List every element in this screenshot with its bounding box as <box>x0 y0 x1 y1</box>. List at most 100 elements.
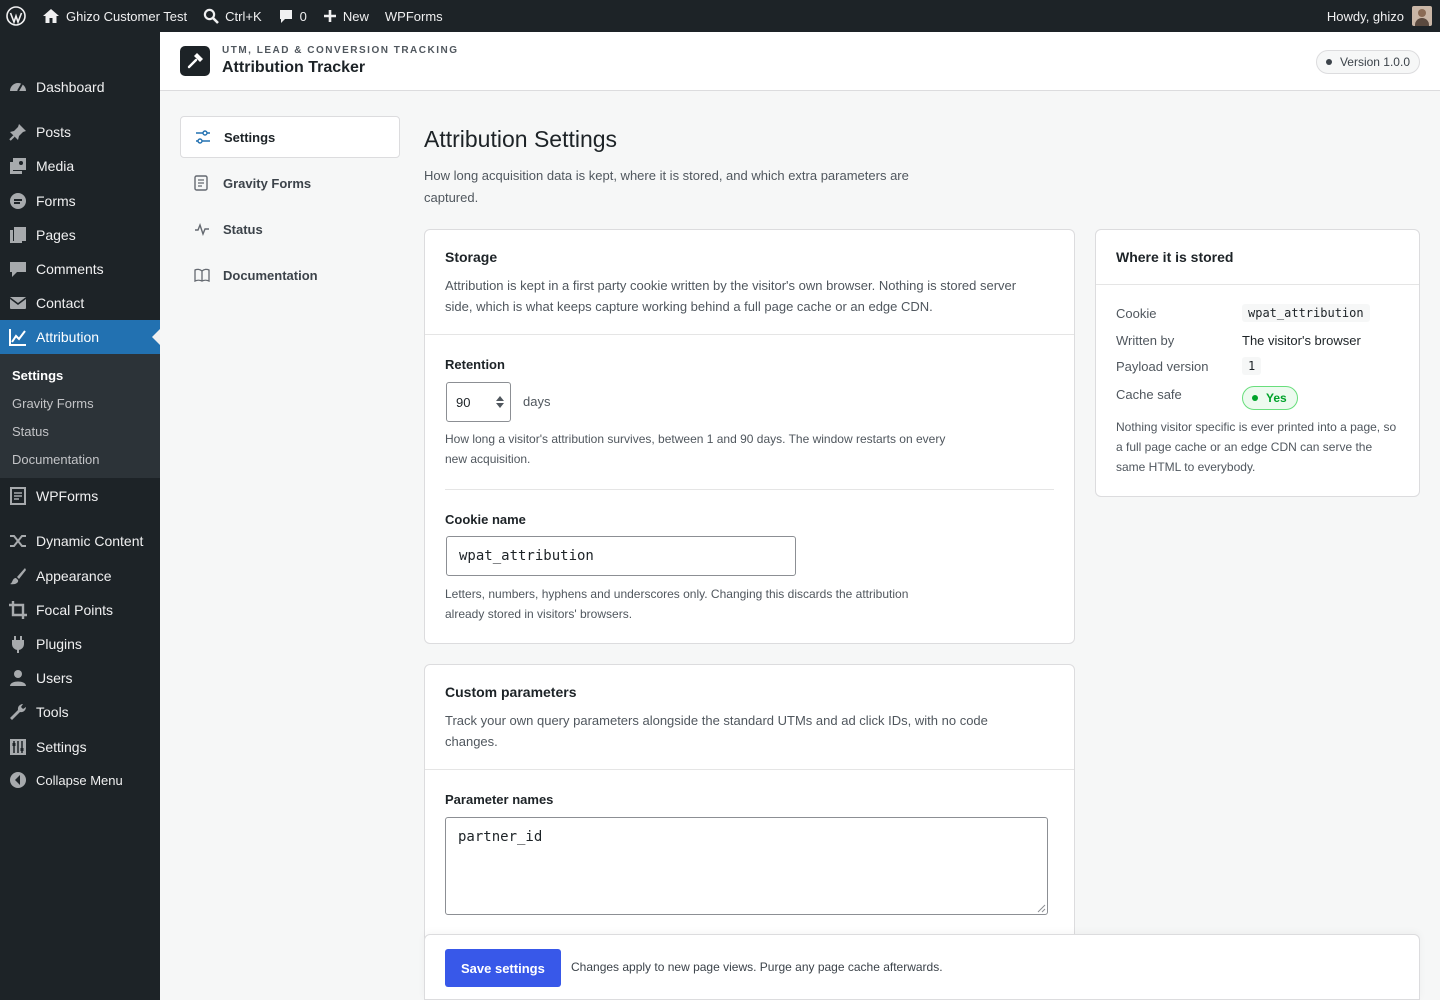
menu-label: Users <box>36 670 73 686</box>
menu-appearance[interactable]: Appearance <box>0 559 160 593</box>
subnav-label: Gravity Forms <box>223 175 312 191</box>
search-shortcut: Ctrl+K <box>225 8 262 24</box>
plugin-title: Attribution Tracker <box>222 59 366 76</box>
new-label: New <box>342 8 369 24</box>
menu-users[interactable]: Users <box>0 661 160 695</box>
mail-icon <box>0 293 36 313</box>
search-icon <box>203 8 220 24</box>
parameter-names-label: Parameter names <box>445 792 554 807</box>
pages-icon <box>0 225 36 245</box>
menu-label: Collapse Menu <box>36 772 123 788</box>
meta-label: Payload version <box>1116 359 1209 374</box>
menu-forms[interactable]: Forms <box>0 184 160 218</box>
menu-label: Dynamic Content <box>36 533 144 549</box>
comment-icon <box>0 259 36 279</box>
menu-label: Posts <box>36 124 72 140</box>
forms-icon <box>0 191 36 211</box>
menu-label: Comments <box>36 261 104 277</box>
custom-parameters-title: Custom parameters <box>445 684 577 700</box>
retention-input[interactable]: 90 <box>446 382 511 422</box>
storage-info-title: Where it is stored <box>1116 249 1234 265</box>
resize-handle-icon[interactable] <box>1037 904 1046 913</box>
menu-label: Tools <box>36 704 69 720</box>
subnav-documentation[interactable]: Documentation <box>180 254 400 296</box>
menu-label: Contact <box>36 295 85 311</box>
my-account[interactable]: Howdy, ghizo <box>1327 6 1440 26</box>
menu-label: Pages <box>36 227 76 243</box>
submenu-gravity-forms[interactable]: Gravity Forms <box>0 390 160 418</box>
menu-pages[interactable]: Pages <box>0 218 160 252</box>
menu-label: WPForms <box>36 488 99 504</box>
plugin-logo <box>180 46 210 76</box>
pulse-icon <box>194 222 210 236</box>
retention-label: Retention <box>445 357 505 372</box>
subnav-status[interactable]: Status <box>180 208 400 250</box>
menu-settings[interactable]: Settings <box>0 730 160 764</box>
status-dot <box>1325 59 1332 65</box>
meta-label: Cache safe <box>1116 387 1182 402</box>
cookie-name-input[interactable]: wpat_attribution <box>446 536 796 576</box>
menu-wpforms[interactable]: WPForms <box>0 479 160 513</box>
wordpress-logo-icon <box>6 6 26 26</box>
subnav-gravity-forms[interactable]: Gravity Forms <box>180 162 400 204</box>
collapse-icon <box>0 770 36 790</box>
comments-link[interactable]: 0 <box>270 0 315 32</box>
menu-contact[interactable]: Contact <box>0 286 160 320</box>
new-content-link[interactable]: New <box>315 0 377 32</box>
hammer-icon <box>187 53 203 69</box>
cookie-value: wpat_attribution <box>1242 304 1370 322</box>
cookie-name-help: Letters, numbers, hyphens and underscore… <box>445 587 909 621</box>
cookie-code: wpat_attribution <box>1242 304 1370 322</box>
status-dot <box>1252 395 1258 401</box>
menu-media[interactable]: Media <box>0 149 160 183</box>
menu-dynamic-content[interactable]: Dynamic Content <box>0 524 160 558</box>
retention-unit: days <box>523 394 551 409</box>
menu-label: Attribution <box>36 329 100 345</box>
site-name-link[interactable]: Ghizo Customer Test <box>34 0 195 32</box>
meta-label: Written by <box>1116 333 1175 348</box>
parameter-names-textarea[interactable]: partner_id <box>445 817 1048 915</box>
page-description: How long acquisition data is kept, where… <box>424 168 909 205</box>
cache-safe-badge: Yes <box>1242 386 1298 410</box>
wordpress-logo-button[interactable] <box>0 0 34 32</box>
wrench-icon <box>0 702 36 722</box>
retention-help: How long a visitor's attribution survive… <box>445 432 946 466</box>
version-text: Version 1.0.0 <box>1339 55 1410 69</box>
howdy-greeting: Howdy, ghizo <box>1326 8 1404 24</box>
menu-posts[interactable]: Posts <box>0 115 160 149</box>
number-spinner[interactable] <box>496 396 504 408</box>
payload-version-code: 1 <box>1242 357 1262 375</box>
menu-comments[interactable]: Comments <box>0 252 160 286</box>
menu-attribution[interactable]: Attribution <box>0 320 160 354</box>
divider <box>425 769 1074 770</box>
plugin-header: UTM, LEAD & CONVERSION TRACKING Attribut… <box>160 32 1440 91</box>
written-by-value: The visitor's browser <box>1242 333 1361 348</box>
plugin-icon <box>0 634 36 654</box>
comments-count: 0 <box>299 8 307 24</box>
storage-description: Attribution is kept in a first party coo… <box>445 278 1017 314</box>
custom-parameters-description: Track your own query parameters alongsid… <box>445 713 988 749</box>
payload-version-value: 1 <box>1242 357 1262 375</box>
submenu-settings[interactable]: Settings <box>0 362 160 390</box>
storage-info-note: Nothing visitor specific is ever printed… <box>1116 420 1397 474</box>
save-settings-button[interactable]: Save settings <box>445 949 561 987</box>
subnav-settings[interactable]: Settings <box>180 116 400 158</box>
menu-focal-points[interactable]: Focal Points <box>0 593 160 627</box>
menu-label: Forms <box>36 193 76 209</box>
book-icon <box>194 268 210 282</box>
submenu-status[interactable]: Status <box>0 418 160 446</box>
admin-bar: Ghizo Customer Test Ctrl+K 0 New WPForms… <box>0 0 1440 32</box>
collapse-menu-button[interactable]: Collapse Menu <box>0 763 160 797</box>
command-palette-button[interactable]: Ctrl+K <box>195 0 269 32</box>
save-note: Changes apply to new page views. Purge a… <box>571 960 943 974</box>
wpforms-icon <box>0 486 36 506</box>
site-name: Ghizo Customer Test <box>66 8 188 24</box>
menu-dashboard[interactable]: Dashboard <box>0 70 160 104</box>
wpforms-adminbar-link[interactable]: WPForms <box>377 0 451 32</box>
divider <box>425 334 1074 335</box>
subnav-label: Status <box>223 221 263 237</box>
menu-tools[interactable]: Tools <box>0 695 160 729</box>
menu-plugins[interactable]: Plugins <box>0 627 160 661</box>
submenu-documentation[interactable]: Documentation <box>0 446 160 474</box>
menu-label: Dashboard <box>36 79 105 95</box>
